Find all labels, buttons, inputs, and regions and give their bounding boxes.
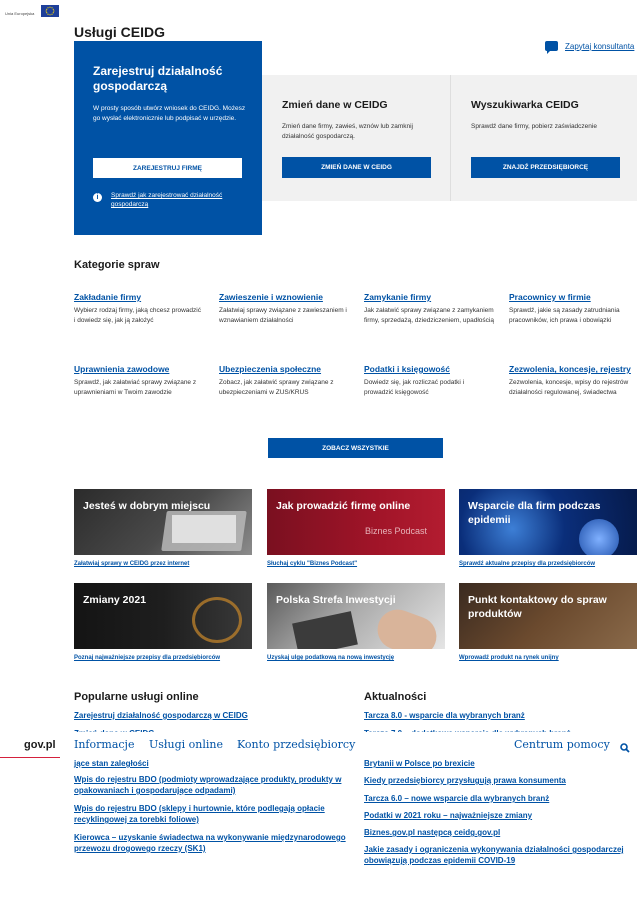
- page-title: Usługi CEIDG: [74, 24, 166, 40]
- register-info-link[interactable]: Sprawdź jak zarejestrować działalność go…: [111, 191, 243, 209]
- nav-uslugi-online[interactable]: Usługi online: [149, 738, 223, 751]
- popular-service-link[interactable]: Wpis do rejestru BDO (sklepy i hurtownie…: [74, 803, 354, 825]
- news-link[interactable]: Jakie zasady i ograniczenia wykonywania …: [364, 844, 634, 866]
- nav-centrum-pomocy[interactable]: Centrum pomocy: [514, 738, 610, 751]
- category-item: Podatki i księgowość Dowiedz się, jak ro…: [364, 364, 494, 398]
- category-item: Uprawnienia zawodowe Sprawdź, jak załatw…: [74, 364, 204, 398]
- category-link[interactable]: Zakładanie firmy: [74, 292, 204, 303]
- change-data-desc: Zmień dane firmy, zawieś, wznów lub zamk…: [282, 123, 414, 140]
- register-info: i Sprawdź jak zarejestrować działalność …: [93, 191, 243, 209]
- popular-service-link[interactable]: Wpis do rejestru BDO (podmioty wprowadza…: [74, 774, 354, 796]
- promo-link[interactable]: Załatwiaj sprawy w CEIDG przez internet: [74, 560, 252, 568]
- category-link[interactable]: Podatki i księgowość: [364, 364, 494, 375]
- promo-title: Polska Strefa Inwestycji: [276, 594, 396, 606]
- promo-tile[interactable]: Punkt kontaktowy do spraw produktów Wpro…: [459, 583, 637, 662]
- promo-link[interactable]: Słuchaj cyklu "Biznes Podcast": [267, 560, 445, 568]
- promo-image: Punkt kontaktowy do spraw produktów: [459, 583, 637, 649]
- promo-title: Zmiany 2021: [83, 594, 147, 606]
- promo-title: Punkt kontaktowy do spraw produktów: [468, 594, 607, 620]
- change-data-card: Zmień dane w CEIDG Zmień dane firmy, zaw…: [262, 75, 450, 201]
- see-all-button[interactable]: ZOBACZ WSZYSTKIE: [268, 438, 443, 458]
- category-desc: Zezwolenia, koncesje, wpisy do rejestrów…: [509, 379, 629, 396]
- news-link[interactable]: Brytanii w Polsce po brexicie: [364, 758, 634, 769]
- govpl-logo-underline: [0, 757, 60, 758]
- register-button[interactable]: ZAREJESTRUJ FIRMĘ: [93, 158, 242, 178]
- promo-tile[interactable]: Jesteś w dobrym miejscu Załatwiaj sprawy…: [74, 489, 252, 568]
- search-ceidg-card: Wyszukiwarka CEIDG Sprawdź dane firmy, p…: [450, 75, 637, 201]
- search-ceidg-desc: Sprawdź dane firmy, pobierz zaświadczeni…: [471, 123, 597, 130]
- chat-icon: [545, 41, 558, 54]
- news-link[interactable]: Podatki w 2021 roku – najważniejsze zmia…: [364, 810, 634, 821]
- category-link[interactable]: Zezwolenia, koncesje, rejestry: [509, 364, 635, 375]
- promo-tile[interactable]: Zmiany 2021 Poznaj najważniejsze przepis…: [74, 583, 252, 662]
- category-desc: Sprawdź, jakie są zasady zatrudniania pr…: [509, 307, 620, 324]
- promo-image: Jak prowadzić firmę online Biznes Podcas…: [267, 489, 445, 555]
- news-link[interactable]: Tarcza 8.0 - wsparcie dla wybranych bran…: [364, 710, 634, 721]
- popular-service-link[interactable]: jące stan zaległości: [74, 758, 344, 769]
- category-link[interactable]: Uprawnienia zawodowe: [74, 364, 204, 375]
- news-link[interactable]: Kiedy przedsiębiorcy przysługują prawa k…: [364, 775, 634, 786]
- category-desc: Dowiedz się, jak rozliczać podatki i pro…: [364, 379, 465, 396]
- podcast-label: Biznes Podcast: [365, 526, 428, 536]
- eu-label: Unia Europejska: [5, 11, 35, 16]
- popular-service-link[interactable]: Kierowca – uzyskanie świadectwa na wykon…: [74, 832, 354, 854]
- category-item: Zawieszenie i wznowienie Załatwiaj spraw…: [219, 292, 349, 326]
- promo-title: Wsparcie dla firm podczas epidemii: [468, 500, 601, 526]
- register-card: Zarejestruj działalność gospodarczą W pr…: [74, 41, 262, 235]
- search-icon[interactable]: [620, 740, 630, 753]
- category-item: Zamykanie firmy Jak załatwić sprawy zwią…: [364, 292, 494, 326]
- promo-image: Jesteś w dobrym miejscu: [74, 489, 252, 555]
- category-link[interactable]: Zawieszenie i wznowienie: [219, 292, 349, 303]
- category-desc: Zobacz, jak załatwić sprawy związane z u…: [219, 379, 334, 396]
- promo-link[interactable]: Wprowadź produkt na rynek unijny: [459, 654, 637, 662]
- news-link[interactable]: Tarcza 6.0 – nowe wsparcie dla wybranych…: [364, 793, 634, 804]
- category-item: Ubezpieczenia społeczne Zobacz, jak zała…: [219, 364, 349, 398]
- popular-services-title: Popularne usługi online: [74, 691, 199, 703]
- category-desc: Załatwiaj sprawy związane z zawieszaniem…: [219, 307, 347, 324]
- nav-informacje[interactable]: Informacje: [74, 738, 134, 751]
- category-desc: Wybierz rodzaj firmy, jaką chcesz prowad…: [74, 307, 201, 324]
- promo-image: Polska Strefa Inwestycji: [267, 583, 445, 649]
- category-link[interactable]: Pracownicy w firmie: [509, 292, 637, 303]
- category-link[interactable]: Ubezpieczenia społeczne: [219, 364, 349, 375]
- govpl-nav-bar: gov.pl Informacje Usługi online Konto pr…: [0, 732, 637, 758]
- promo-tile[interactable]: Jak prowadzić firmę online Biznes Podcas…: [267, 489, 445, 568]
- news-link[interactable]: Biznes.gov.pl następcą ceidg.gov.pl: [364, 827, 634, 838]
- consult-link[interactable]: Zapytaj konsultanta: [545, 41, 635, 54]
- category-link[interactable]: Zamykanie firmy: [364, 292, 494, 303]
- register-card-desc: W prosty sposób utwórz wniosek do CEIDG.…: [93, 105, 246, 122]
- promo-title: Jesteś w dobrym miejscu: [83, 500, 211, 512]
- category-item: Zakładanie firmy Wybierz rodzaj firmy, j…: [74, 292, 204, 326]
- consult-link-label: Zapytaj konsultanta: [565, 41, 635, 51]
- categories-title: Kategorie spraw: [74, 259, 160, 271]
- promo-image: Wsparcie dla firm podczas epidemii: [459, 489, 637, 555]
- nav-konto-przedsiebiorcy[interactable]: Konto przedsiębiorcy: [237, 738, 355, 751]
- govpl-logo[interactable]: gov.pl: [24, 739, 56, 751]
- promo-tile[interactable]: Wsparcie dla firm podczas epidemii Spraw…: [459, 489, 637, 568]
- category-desc: Jak załatwić sprawy związane z zamykanie…: [364, 307, 494, 324]
- category-item: Pracownicy w firmie Sprawdź, jakie są za…: [509, 292, 637, 326]
- category-item: Zezwolenia, koncesje, rejestry Zezwoleni…: [509, 364, 635, 398]
- news-title: Aktualności: [364, 691, 427, 703]
- promo-link[interactable]: Poznaj najważniejsze przepisy dla przeds…: [74, 654, 252, 662]
- promo-link[interactable]: Sprawdź aktualne przepisy dla przedsiębi…: [459, 560, 637, 568]
- register-card-title: Zarejestruj działalność gospodarczą: [93, 64, 223, 93]
- promo-image: Zmiany 2021: [74, 583, 252, 649]
- promo-title: Jak prowadzić firmę online: [276, 500, 411, 512]
- change-data-title: Zmień dane w CEIDG: [282, 99, 388, 111]
- promo-link[interactable]: Uzyskaj ulgę podatkową na nową inwestycj…: [267, 654, 445, 662]
- promo-tile[interactable]: Polska Strefa Inwestycji Uzyskaj ulgę po…: [267, 583, 445, 662]
- popular-service-link[interactable]: Zarejestruj działalność gospodarczą w CE…: [74, 710, 344, 721]
- find-entrepreneur-button[interactable]: ZNAJDŹ PRZEDSIĘBIORCĘ: [471, 157, 620, 178]
- search-ceidg-title: Wyszukiwarka CEIDG: [471, 99, 579, 111]
- change-data-button[interactable]: ZMIEŃ DANE W CEIDG: [282, 157, 431, 178]
- info-icon: i: [93, 193, 102, 202]
- category-desc: Sprawdź, jak załatwiać sprawy związane z…: [74, 379, 197, 396]
- eu-flag-icon: [41, 5, 59, 17]
